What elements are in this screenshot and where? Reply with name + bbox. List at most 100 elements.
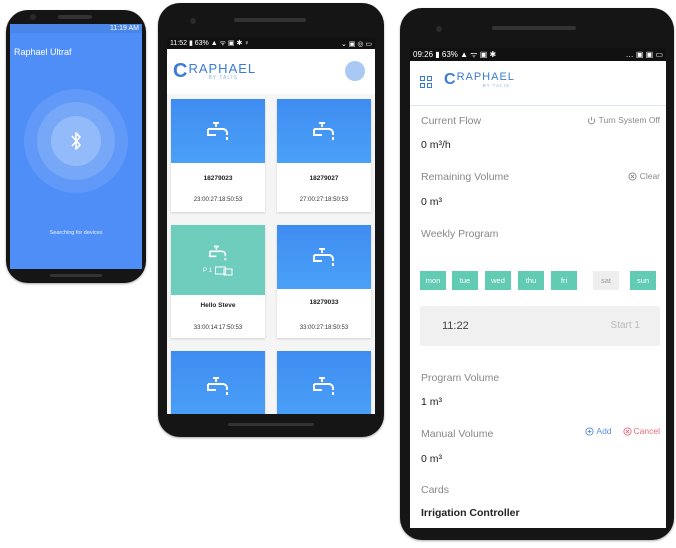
- faucet-icon: [313, 377, 334, 395]
- add-button[interactable]: Add: [585, 426, 612, 436]
- day-toggle[interactable]: wed: [485, 271, 511, 290]
- profile-avatar[interactable]: [345, 61, 365, 81]
- day-label: wed: [491, 276, 505, 285]
- card-date: 27:00:27:18:50:53: [299, 197, 349, 203]
- turn-off-label: Turn System Off: [598, 115, 660, 125]
- current-flow-label: Current Flow: [421, 115, 482, 127]
- day-label: tue: [459, 276, 471, 285]
- logo-subtitle: BY TALIS: [482, 83, 510, 88]
- speaker-grille: [492, 26, 576, 30]
- card-date: 33:00:27:18:50:53: [299, 325, 349, 331]
- card-image: P 1: [171, 225, 265, 295]
- card-image: [171, 351, 265, 414]
- manual-volume-value: 0 m³: [421, 453, 442, 465]
- clear-icon: [628, 171, 637, 181]
- remaining-volume-value: 0 m³: [421, 196, 442, 208]
- day-toggle[interactable]: tue: [452, 271, 478, 290]
- card-image: [277, 225, 371, 289]
- logo-mark-icon: C: [173, 60, 188, 82]
- card-name: Hello Steve: [200, 302, 236, 309]
- clear-label: Clear: [639, 171, 660, 181]
- program-time: 11:22: [442, 320, 469, 332]
- status-time: 11:19 AM: [109, 25, 139, 32]
- add-icon: [585, 426, 594, 436]
- card-name: 18279027: [309, 175, 339, 182]
- screen: 11:19 AM Raphael Ultraf Searching for de…: [10, 24, 142, 269]
- card-image: [277, 351, 371, 414]
- status-left: 11:52 ▮ 63% ▲ ᯤ ▣ ✱ ♀: [170, 40, 250, 47]
- raphael-logo: C RAPHAEL BY TALIS: [444, 71, 515, 89]
- day-label: fri: [560, 276, 568, 285]
- day-toggle[interactable]: sat: [593, 271, 619, 290]
- logo-subtitle: BY TALIS: [208, 75, 238, 81]
- program-volume-label: Program Volume: [421, 372, 500, 384]
- day-toggle[interactable]: thu: [518, 271, 544, 290]
- day-toggle[interactable]: fri: [551, 271, 577, 290]
- front-camera: [30, 14, 36, 20]
- status-bar: 11:19 AM: [10, 24, 142, 33]
- status-right: ⌄ ▣ ◎ ▭: [340, 40, 372, 48]
- device-card[interactable]: 18279033 33:00:27:18:50:53: [277, 225, 371, 338]
- program-start-slot[interactable]: 11:22 Start 1: [420, 306, 660, 346]
- card-image: [277, 99, 371, 163]
- front-camera: [436, 26, 442, 32]
- program-start-label: Start 1: [610, 320, 640, 331]
- scanning-status-text: Searching for devices: [49, 230, 103, 236]
- turn-system-off-button[interactable]: Turn System Off: [587, 115, 660, 125]
- power-icon: [587, 116, 595, 124]
- faucet-icon: [207, 122, 228, 140]
- app-header: C RAPHAEL BY TALIS: [167, 49, 375, 94]
- faucet-icon: [313, 122, 334, 140]
- card-date: 23:00:27:18:50:53: [193, 197, 243, 203]
- card-name: 18279023: [203, 175, 233, 182]
- app-title: Raphael Ultraf: [14, 47, 72, 57]
- scan-button[interactable]: [51, 116, 101, 166]
- bottom-speaker: [50, 274, 102, 277]
- grid-menu-icon[interactable]: [420, 76, 432, 88]
- speaker-grille: [234, 18, 306, 22]
- cancel-icon: [622, 426, 632, 436]
- bottom-speaker: [228, 423, 314, 426]
- raphael-logo: C RAPHAEL BY TALIS: [173, 61, 256, 81]
- day-label: mon: [425, 276, 441, 285]
- status-bar: 09:26 ▮ 63% ▲ ᯤ ▣ ✱ … ▣ ▣ ▭: [410, 48, 666, 61]
- screen: 11:52 ▮ 63% ▲ ᯤ ▣ ✱ ♀ ⌄ ▣ ◎ ▭ C RAPHAEL …: [167, 38, 375, 414]
- current-flow-value: 0 m³/h: [421, 139, 451, 151]
- phone-bluetooth-scan: 11:19 AM Raphael Ultraf Searching for de…: [6, 10, 146, 283]
- screen: 09:26 ▮ 63% ▲ ᯤ ▣ ✱ … ▣ ▣ ▭ C RAPHAEL BY…: [410, 48, 666, 528]
- add-label: Add: [596, 426, 612, 436]
- cards-value: Irrigation Controller: [421, 507, 520, 519]
- cancel-button[interactable]: Cancel: [622, 426, 660, 436]
- manual-volume-label: Manual Volume: [421, 428, 494, 440]
- day-toggle[interactable]: sun: [630, 271, 656, 290]
- logo-word: RAPHAEL: [188, 61, 257, 76]
- card-image: [171, 99, 265, 163]
- device-card[interactable]: 18279023 23:00:27:18:50:53: [171, 99, 265, 212]
- program-label: P 1: [203, 268, 212, 274]
- clear-button[interactable]: Clear: [628, 171, 660, 181]
- device-card[interactable]: [171, 351, 265, 414]
- logo-mark-icon: C: [444, 71, 456, 88]
- device-card[interactable]: [277, 351, 371, 414]
- device-card[interactable]: 18279027 27:00:27:18:50:53: [277, 99, 371, 212]
- front-camera: [190, 18, 196, 24]
- faucet-icon: [209, 245, 227, 261]
- program-volume-value: 1 m³: [421, 396, 442, 408]
- day-toggle[interactable]: mon: [420, 271, 446, 290]
- device-card[interactable]: P 1 Hello Steve 33:00:14:17:50:53: [171, 225, 265, 338]
- card-name: 18279033: [309, 299, 339, 306]
- faucet-icon: [313, 248, 334, 266]
- card-reader-icon: [214, 266, 233, 276]
- faucet-icon: [207, 377, 228, 395]
- manual-volume-actions: Add Cancel: [585, 426, 660, 436]
- bluetooth-icon: [71, 132, 81, 150]
- status-right: … ▣ ▣ ▭: [625, 50, 663, 59]
- phone-device-detail: 09:26 ▮ 63% ▲ ᯤ ▣ ✱ … ▣ ▣ ▭ C RAPHAEL BY…: [400, 8, 674, 540]
- logo-word: RAPHAEL: [456, 71, 515, 83]
- weekly-program-label: Weekly Program: [421, 228, 499, 240]
- status-bar: 11:52 ▮ 63% ▲ ᯤ ▣ ✱ ♀ ⌄ ▣ ◎ ▭: [167, 38, 375, 49]
- cancel-label: Cancel: [633, 426, 660, 436]
- day-label: sat: [600, 276, 611, 285]
- speaker-grille: [58, 15, 92, 19]
- day-label: thu: [525, 276, 537, 285]
